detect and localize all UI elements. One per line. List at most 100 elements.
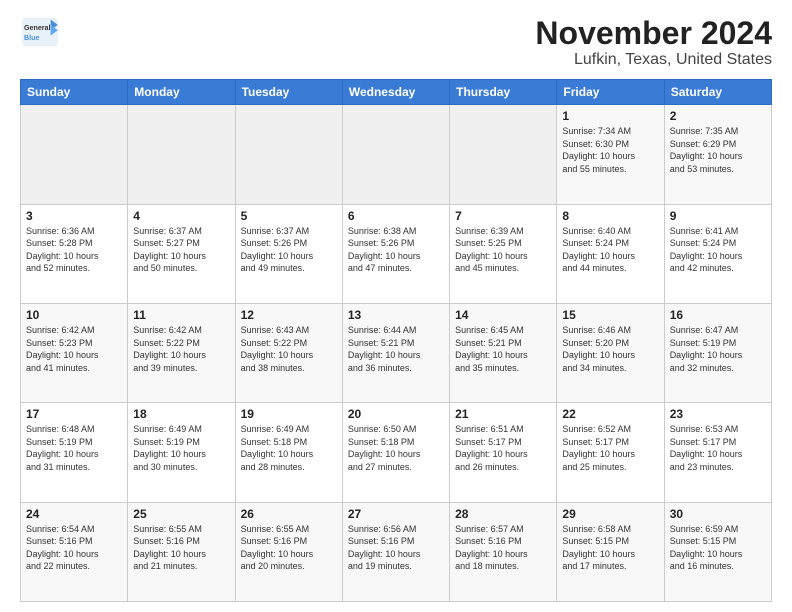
day-number: 9 bbox=[670, 209, 766, 223]
calendar-cell bbox=[235, 105, 342, 204]
day-info: Sunrise: 6:49 AM Sunset: 5:18 PM Dayligh… bbox=[241, 423, 337, 473]
day-number: 30 bbox=[670, 507, 766, 521]
calendar-cell: 26 Sunrise: 6:55 AM Sunset: 5:16 PM Dayli… bbox=[235, 502, 342, 601]
day-info: Sunrise: 7:34 AM Sunset: 6:30 PM Dayligh… bbox=[562, 125, 658, 175]
weekday-header-monday: Monday bbox=[128, 80, 235, 105]
calendar-cell: 1 Sunrise: 7:34 AM Sunset: 6:30 PM Daylig… bbox=[557, 105, 664, 204]
day-info: Sunrise: 6:58 AM Sunset: 5:15 PM Dayligh… bbox=[562, 523, 658, 573]
week-row-0: 1 Sunrise: 7:34 AM Sunset: 6:30 PM Daylig… bbox=[21, 105, 772, 204]
day-number: 24 bbox=[26, 507, 122, 521]
calendar-cell: 5 Sunrise: 6:37 AM Sunset: 5:26 PM Daylig… bbox=[235, 204, 342, 303]
calendar-cell: 25 Sunrise: 6:55 AM Sunset: 5:16 PM Dayli… bbox=[128, 502, 235, 601]
calendar-cell: 13 Sunrise: 6:44 AM Sunset: 5:21 PM Dayli… bbox=[342, 303, 449, 402]
day-number: 10 bbox=[26, 308, 122, 322]
calendar-table: SundayMondayTuesdayWednesdayThursdayFrid… bbox=[20, 79, 772, 602]
day-info: Sunrise: 6:39 AM Sunset: 5:25 PM Dayligh… bbox=[455, 225, 551, 275]
day-info: Sunrise: 6:57 AM Sunset: 5:16 PM Dayligh… bbox=[455, 523, 551, 573]
day-number: 25 bbox=[133, 507, 229, 521]
day-number: 21 bbox=[455, 407, 551, 421]
day-number: 5 bbox=[241, 209, 337, 223]
day-number: 11 bbox=[133, 308, 229, 322]
weekday-header-thursday: Thursday bbox=[450, 80, 557, 105]
calendar-cell: 8 Sunrise: 6:40 AM Sunset: 5:24 PM Daylig… bbox=[557, 204, 664, 303]
calendar-cell: 2Sunrise: 7:35 AM Sunset: 6:29 PM Daylig… bbox=[664, 105, 771, 204]
calendar-cell: 3 Sunrise: 6:36 AM Sunset: 5:28 PM Daylig… bbox=[21, 204, 128, 303]
day-number: 12 bbox=[241, 308, 337, 322]
day-info: Sunrise: 6:42 AM Sunset: 5:22 PM Dayligh… bbox=[133, 324, 229, 374]
day-number: 22 bbox=[562, 407, 658, 421]
day-number: 15 bbox=[562, 308, 658, 322]
day-number: 26 bbox=[241, 507, 337, 521]
calendar-cell: 10 Sunrise: 6:42 AM Sunset: 5:23 PM Dayli… bbox=[21, 303, 128, 402]
calendar-cell: 21 Sunrise: 6:51 AM Sunset: 5:17 PM Dayli… bbox=[450, 403, 557, 502]
calendar-cell: 16 Sunrise: 6:47 AM Sunset: 5:19 PM Dayli… bbox=[664, 303, 771, 402]
day-number: 29 bbox=[562, 507, 658, 521]
day-number: 20 bbox=[348, 407, 444, 421]
header: General Blue November 2024 Lufkin, Texas… bbox=[20, 16, 772, 69]
day-info: Sunrise: 6:46 AM Sunset: 5:20 PM Dayligh… bbox=[562, 324, 658, 374]
calendar-cell: 11 Sunrise: 6:42 AM Sunset: 5:22 PM Dayli… bbox=[128, 303, 235, 402]
page: General Blue November 2024 Lufkin, Texas… bbox=[0, 0, 792, 612]
calendar-cell bbox=[21, 105, 128, 204]
calendar-cell: 24 Sunrise: 6:54 AM Sunset: 5:16 PM Dayli… bbox=[21, 502, 128, 601]
day-number: 16 bbox=[670, 308, 766, 322]
calendar-cell: 28 Sunrise: 6:57 AM Sunset: 5:16 PM Dayli… bbox=[450, 502, 557, 601]
logo: General Blue bbox=[20, 16, 60, 48]
day-info: Sunrise: 6:53 AM Sunset: 5:17 PM Dayligh… bbox=[670, 423, 766, 473]
day-info: Sunrise: 6:56 AM Sunset: 5:16 PM Dayligh… bbox=[348, 523, 444, 573]
calendar-cell: 7Sunrise: 6:39 AM Sunset: 5:25 PM Daylig… bbox=[450, 204, 557, 303]
day-number: 13 bbox=[348, 308, 444, 322]
day-info: Sunrise: 6:45 AM Sunset: 5:21 PM Dayligh… bbox=[455, 324, 551, 374]
day-info: Sunrise: 6:36 AM Sunset: 5:28 PM Dayligh… bbox=[26, 225, 122, 275]
day-info: Sunrise: 6:55 AM Sunset: 5:16 PM Dayligh… bbox=[133, 523, 229, 573]
weekday-header-tuesday: Tuesday bbox=[235, 80, 342, 105]
calendar-body: 1 Sunrise: 7:34 AM Sunset: 6:30 PM Daylig… bbox=[21, 105, 772, 602]
day-info: Sunrise: 6:54 AM Sunset: 5:16 PM Dayligh… bbox=[26, 523, 122, 573]
month-year-title: November 2024 bbox=[535, 16, 772, 51]
day-info: Sunrise: 6:37 AM Sunset: 5:27 PM Dayligh… bbox=[133, 225, 229, 275]
day-info: Sunrise: 6:43 AM Sunset: 5:22 PM Dayligh… bbox=[241, 324, 337, 374]
day-number: 28 bbox=[455, 507, 551, 521]
weekday-header-wednesday: Wednesday bbox=[342, 80, 449, 105]
day-info: Sunrise: 6:44 AM Sunset: 5:21 PM Dayligh… bbox=[348, 324, 444, 374]
day-info: Sunrise: 6:59 AM Sunset: 5:15 PM Dayligh… bbox=[670, 523, 766, 573]
day-info: Sunrise: 6:42 AM Sunset: 5:23 PM Dayligh… bbox=[26, 324, 122, 374]
day-info: Sunrise: 6:50 AM Sunset: 5:18 PM Dayligh… bbox=[348, 423, 444, 473]
day-info: Sunrise: 7:35 AM Sunset: 6:29 PM Dayligh… bbox=[670, 125, 766, 175]
day-info: Sunrise: 6:51 AM Sunset: 5:17 PM Dayligh… bbox=[455, 423, 551, 473]
svg-text:General: General bbox=[24, 24, 51, 32]
calendar-cell: 19 Sunrise: 6:49 AM Sunset: 5:18 PM Dayli… bbox=[235, 403, 342, 502]
day-info: Sunrise: 6:41 AM Sunset: 5:24 PM Dayligh… bbox=[670, 225, 766, 275]
logo-icon: General Blue bbox=[20, 16, 60, 48]
week-row-1: 3 Sunrise: 6:36 AM Sunset: 5:28 PM Daylig… bbox=[21, 204, 772, 303]
weekday-header-friday: Friday bbox=[557, 80, 664, 105]
week-row-3: 17Sunrise: 6:48 AM Sunset: 5:19 PM Dayli… bbox=[21, 403, 772, 502]
day-number: 1 bbox=[562, 109, 658, 123]
day-info: Sunrise: 6:55 AM Sunset: 5:16 PM Dayligh… bbox=[241, 523, 337, 573]
week-row-4: 24 Sunrise: 6:54 AM Sunset: 5:16 PM Dayli… bbox=[21, 502, 772, 601]
calendar-cell: 18Sunrise: 6:49 AM Sunset: 5:19 PM Dayli… bbox=[128, 403, 235, 502]
weekday-header-row: SundayMondayTuesdayWednesdayThursdayFrid… bbox=[21, 80, 772, 105]
day-info: Sunrise: 6:37 AM Sunset: 5:26 PM Dayligh… bbox=[241, 225, 337, 275]
calendar-cell: 9 Sunrise: 6:41 AM Sunset: 5:24 PM Daylig… bbox=[664, 204, 771, 303]
day-info: Sunrise: 6:47 AM Sunset: 5:19 PM Dayligh… bbox=[670, 324, 766, 374]
day-info: Sunrise: 6:49 AM Sunset: 5:19 PM Dayligh… bbox=[133, 423, 229, 473]
weekday-header-sunday: Sunday bbox=[21, 80, 128, 105]
title-block: November 2024 Lufkin, Texas, United Stat… bbox=[535, 16, 772, 69]
calendar-cell: 30 Sunrise: 6:59 AM Sunset: 5:15 PM Dayli… bbox=[664, 502, 771, 601]
calendar-cell bbox=[450, 105, 557, 204]
day-number: 4 bbox=[133, 209, 229, 223]
day-info: Sunrise: 6:38 AM Sunset: 5:26 PM Dayligh… bbox=[348, 225, 444, 275]
location-subtitle: Lufkin, Texas, United States bbox=[535, 51, 772, 69]
weekday-header-saturday: Saturday bbox=[664, 80, 771, 105]
day-number: 8 bbox=[562, 209, 658, 223]
day-number: 19 bbox=[241, 407, 337, 421]
day-number: 3 bbox=[26, 209, 122, 223]
calendar-cell bbox=[128, 105, 235, 204]
svg-text:Blue: Blue bbox=[24, 34, 39, 42]
day-info: Sunrise: 6:40 AM Sunset: 5:24 PM Dayligh… bbox=[562, 225, 658, 275]
calendar-cell: 22Sunrise: 6:52 AM Sunset: 5:17 PM Dayli… bbox=[557, 403, 664, 502]
calendar-cell: 12 Sunrise: 6:43 AM Sunset: 5:22 PM Dayli… bbox=[235, 303, 342, 402]
calendar-cell: 14Sunrise: 6:45 AM Sunset: 5:21 PM Dayli… bbox=[450, 303, 557, 402]
calendar-cell: 17Sunrise: 6:48 AM Sunset: 5:19 PM Dayli… bbox=[21, 403, 128, 502]
